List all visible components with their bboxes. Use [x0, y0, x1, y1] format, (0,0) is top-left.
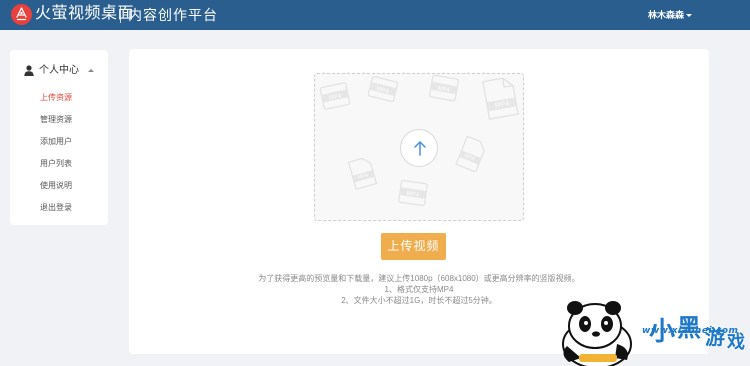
svg-text:MP4: MP4: [437, 85, 451, 94]
chevron-up-icon[interactable]: [88, 69, 94, 72]
watermark-url: www.xiaohei.com: [642, 326, 739, 336]
caret-down-icon[interactable]: [686, 14, 692, 18]
sidebar-section-title: 个人中心: [39, 65, 79, 76]
sidebar-section-header[interactable]: 个人中心: [10, 62, 108, 80]
mp4-file-icon: MP4: [319, 82, 351, 110]
svg-text:MP4: MP4: [464, 153, 476, 163]
svg-text:MP4: MP4: [328, 93, 342, 103]
mp4-file-icon: MP4: [347, 157, 377, 190]
sidebar-item-upload-resource[interactable]: 上传资源: [40, 92, 72, 103]
svg-text:MP4: MP4: [406, 190, 420, 199]
sidebar: 个人中心 上传资源 管理资源 添加用户 用户列表 使用说明 退出登录: [10, 50, 108, 225]
mp4-file-icon: MP4: [367, 76, 399, 102]
mp4-file-icon: MP4: [398, 179, 428, 207]
top-bar: 火萤视频桌面 内容创作平台 林木森森: [0, 0, 750, 30]
sidebar-item-logout[interactable]: 退出登录: [40, 202, 72, 213]
mp4-file-icon: MP4: [455, 136, 485, 172]
person-icon: [24, 65, 34, 76]
upload-trigger[interactable]: [400, 129, 438, 167]
upload-note-line: 为了获得更高的预览量和下载量，建议上传1080p（608x1080）或更高分辨率…: [258, 274, 580, 283]
svg-text:MP4: MP4: [494, 99, 510, 110]
sidebar-item-user-list[interactable]: 用户列表: [40, 158, 72, 169]
mp4-file-icon: MP4: [482, 77, 519, 120]
sidebar-item-usage-guide[interactable]: 使用说明: [40, 180, 72, 191]
header-divider: [120, 6, 121, 23]
user-menu[interactable]: 林木森森: [648, 9, 692, 21]
app-logo-icon[interactable]: [11, 4, 32, 25]
upload-dropzone[interactable]: MP4 MP4 MP4 MP4 MP4 MP4 MP4: [314, 73, 524, 221]
arrow-up-icon: [414, 141, 426, 156]
sidebar-item-manage-resource[interactable]: 管理资源: [40, 114, 72, 125]
upload-video-button[interactable]: 上传视频: [381, 233, 446, 260]
svg-text:MP4: MP4: [357, 173, 369, 182]
sidebar-item-add-user[interactable]: 添加用户: [40, 136, 72, 147]
upload-note-line: 1、格式仅支持MP4: [384, 285, 454, 294]
platform-name: 内容创作平台: [128, 7, 218, 23]
mp4-file-icon: MP4: [429, 74, 459, 102]
user-name[interactable]: 林木森森: [648, 10, 684, 20]
